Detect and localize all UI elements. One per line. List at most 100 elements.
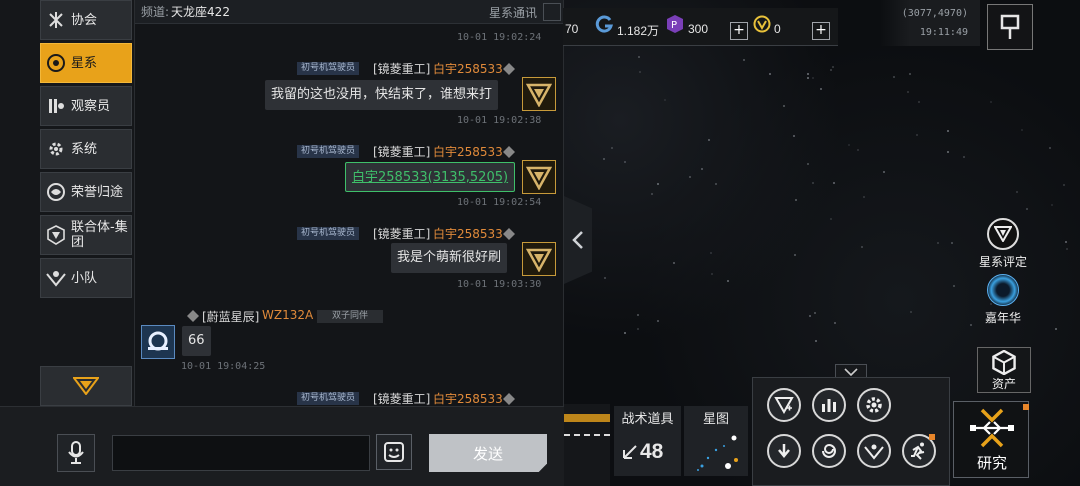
rating-emblem-icon <box>987 218 1019 250</box>
flag-marker-icon <box>1000 14 1020 39</box>
chevron-left-icon <box>572 231 583 249</box>
galaxy-rating-button[interactable]: 星系评定 <box>976 218 1030 270</box>
star <box>1065 240 1068 243</box>
arrow-down-icon <box>778 444 790 458</box>
sidebar-item-label: 观察员 <box>71 98 111 114</box>
g-currency-value: 1.182万 <box>617 24 660 38</box>
star <box>742 58 745 61</box>
union-menu-button[interactable] <box>857 434 891 468</box>
squad-icon <box>45 267 67 289</box>
status-bar-indicator <box>564 434 610 438</box>
add-v-currency-button[interactable]: + <box>812 22 830 40</box>
emoji-button[interactable] <box>376 434 412 470</box>
star <box>782 105 785 108</box>
research-button[interactable]: 研究 <box>953 401 1029 478</box>
rank-badge: 初号机驾驶员 <box>297 145 360 158</box>
channel-prefix: 频道: <box>141 5 170 19</box>
avatar[interactable] <box>522 77 556 111</box>
g-currency-icon <box>595 15 613 33</box>
fleet-menu-button[interactable] <box>767 388 801 422</box>
username[interactable]: 白宇258533 <box>433 60 503 77</box>
assets-label: 资产 <box>991 377 1016 391</box>
message-input[interactable] <box>112 435 370 471</box>
galaxy-menu-button[interactable] <box>812 434 846 468</box>
sidebar-item-squad[interactable]: 小队 <box>40 258 132 298</box>
chat-panel[interactable]: 频道: 天龙座422 星系通讯 10-01 19:02:24 初号机驾驶员 [镜… <box>134 0 564 406</box>
message-time: 10-01 19:04:25 <box>181 361 266 372</box>
star <box>963 155 966 158</box>
carnival-button[interactable]: 嘉年华 <box>976 274 1030 326</box>
star <box>918 100 921 103</box>
guild-tag: [镜菱重工] <box>373 227 431 241</box>
rank-badge: 初号机驾驶员 <box>297 392 360 405</box>
username[interactable]: 白宇258533 <box>433 390 503 406</box>
p-currency-value: 300 <box>688 22 709 36</box>
message-bubble[interactable]: 我是个萌新很好刷 <box>391 243 508 273</box>
assets-button[interactable]: 资产 <box>977 347 1031 393</box>
avatar[interactable] <box>522 242 556 276</box>
star <box>656 319 659 322</box>
star <box>638 70 641 73</box>
notification-dot <box>929 434 935 440</box>
message-time: 10-01 19:02:38 <box>457 115 542 126</box>
sidebar-item-union[interactable]: 联合体-集团 <box>40 215 132 255</box>
star <box>860 245 863 248</box>
voice-input-button[interactable] <box>57 434 95 472</box>
add-p-currency-button[interactable]: + <box>730 22 748 40</box>
channel-type[interactable]: 星系通讯 <box>489 4 537 21</box>
v-currency-value: 0 <box>774 22 781 36</box>
sidebar-item-galaxy[interactable]: 星系 <box>40 43 132 83</box>
chevron-down-icon <box>844 367 858 376</box>
avatar-emblem-icon <box>526 166 552 190</box>
carnival-portal-icon <box>987 274 1019 306</box>
tactical-items-button[interactable]: 战术道具 48 <box>614 406 681 476</box>
location-info: (3077,4970) 19:11:49 <box>880 0 980 46</box>
carnival-label: 嘉年华 <box>984 311 1021 325</box>
coordinate-link-bubble[interactable]: 白宇258533(3135,5205) <box>345 162 516 192</box>
tactical-items-label: 战术道具 <box>621 412 674 427</box>
p-currency-icon: P <box>667 15 683 33</box>
message-time: 10-01 19:02:24 <box>457 32 542 43</box>
rank-emblem-icon <box>503 63 515 75</box>
star-map-label: 星图 <box>702 412 729 427</box>
username[interactable]: WZ132A <box>262 308 313 322</box>
username[interactable]: 白宇258533 <box>433 143 503 160</box>
resource-value-partial: 70 <box>565 22 579 36</box>
sidebar-item-observer[interactable]: 观察员 <box>40 86 132 126</box>
tactical-arrow-icon <box>623 445 637 459</box>
fleet-icon <box>774 397 794 414</box>
menu-collapse-toggle[interactable] <box>835 364 867 378</box>
avatar[interactable] <box>522 160 556 194</box>
rank-badge: 双子同伴 <box>317 310 383 323</box>
rank-emblem-icon <box>187 310 199 322</box>
chat-header: 频道: 天龙座422 星系通讯 <box>135 0 563 24</box>
sidebar-item-honor[interactable]: 荣誉归途 <box>40 172 132 212</box>
star <box>1065 247 1068 250</box>
sidebar-item-label: 联合体-集团 <box>71 220 128 250</box>
bookmark-button[interactable] <box>987 4 1033 50</box>
sidebar-expand-button[interactable] <box>40 366 132 406</box>
send-button[interactable]: 发送 <box>429 434 547 472</box>
message-bubble[interactable]: 我留的这也没用，快结束了，谁想来打 <box>265 80 499 110</box>
star <box>936 241 939 244</box>
chat-collapse-handle[interactable] <box>564 196 592 284</box>
message-bubble[interactable]: 66 <box>182 326 211 356</box>
rank-badge: 初号机驾驶员 <box>297 62 360 75</box>
bar-chart-icon <box>822 399 836 412</box>
v-currency-icon <box>753 15 771 33</box>
star-map-button[interactable]: 星图 <box>684 406 748 476</box>
gear-icon <box>45 138 67 160</box>
avatar[interactable] <box>141 325 175 359</box>
rank-badge: 初号机驾驶员 <box>297 227 360 240</box>
sidebar-item-alliance[interactable]: 协会 <box>40 0 132 40</box>
sidebar-item-label: 系统 <box>71 141 98 157</box>
emoji-icon <box>384 442 404 462</box>
sidebar-item-system[interactable]: 系统 <box>40 129 132 169</box>
settings-menu-button[interactable] <box>857 388 891 422</box>
username[interactable]: 白宇258533 <box>433 225 503 242</box>
channel-switch-icon[interactable] <box>543 3 561 21</box>
star <box>672 262 675 265</box>
statistics-menu-button[interactable] <box>812 388 846 422</box>
download-menu-button[interactable] <box>767 434 801 468</box>
current-coordinates[interactable]: (3077,4970) <box>902 8 968 19</box>
